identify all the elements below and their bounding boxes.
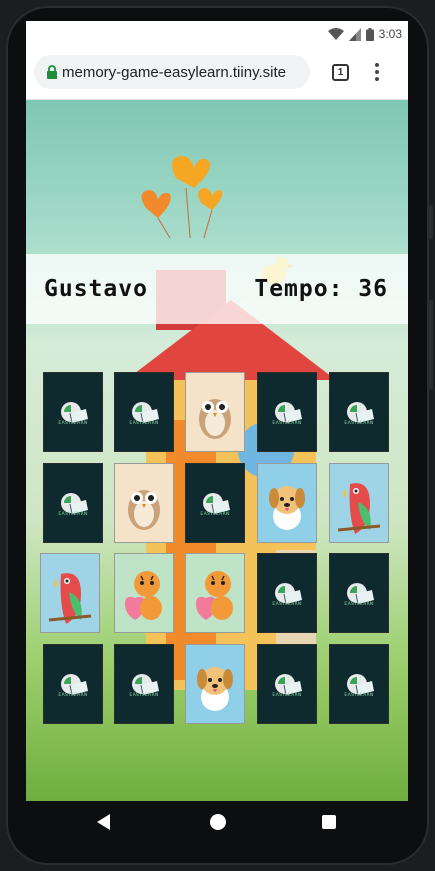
screen: 3:03 memory-game-easylearn.tiiny.site 1 bbox=[26, 21, 408, 801]
memory-card-owl[interactable] bbox=[114, 463, 174, 543]
system-nav-bar bbox=[26, 801, 408, 843]
memory-card-facedown[interactable]: EASYLEARN bbox=[257, 553, 317, 633]
memory-card-tiger[interactable] bbox=[185, 553, 245, 633]
power-button bbox=[429, 300, 433, 390]
timer-value: 36 bbox=[358, 276, 388, 302]
memory-card-facedown[interactable]: EASYLEARN bbox=[114, 372, 174, 452]
card-back-brand: EASYLEARN bbox=[129, 421, 159, 426]
tiger-icon bbox=[115, 571, 173, 636]
timer: Tempo: 36 bbox=[254, 276, 388, 302]
memory-card-dog[interactable] bbox=[257, 463, 317, 543]
memory-card-facedown[interactable]: EASYLEARN bbox=[185, 463, 245, 543]
card-back-brand: EASYLEARN bbox=[272, 602, 302, 607]
wifi-icon bbox=[327, 27, 344, 40]
url-text: memory-game-easylearn.tiiny.site bbox=[62, 63, 286, 81]
memory-card-parrot[interactable] bbox=[329, 463, 389, 543]
volume-button bbox=[429, 205, 433, 239]
memory-card-parrot[interactable] bbox=[40, 553, 100, 633]
card-back-brand: EASYLEARN bbox=[344, 693, 374, 698]
card-back-brand: EASYLEARN bbox=[344, 602, 374, 607]
browser-toolbar: memory-game-easylearn.tiiny.site 1 bbox=[26, 47, 408, 100]
card-back-brand: EASYLEARN bbox=[200, 512, 230, 517]
menu-icon[interactable] bbox=[372, 61, 382, 83]
memory-card-owl[interactable] bbox=[185, 372, 245, 452]
memory-card-facedown[interactable]: EASYLEARN bbox=[257, 372, 317, 452]
memory-card-facedown[interactable]: EASYLEARN bbox=[43, 644, 103, 724]
memory-card-facedown[interactable]: EASYLEARN bbox=[43, 463, 103, 543]
memory-card-facedown[interactable]: EASYLEARN bbox=[114, 644, 174, 724]
parrot-icon bbox=[41, 573, 99, 636]
memory-card-facedown[interactable]: EASYLEARN bbox=[329, 372, 389, 452]
owl-icon bbox=[186, 399, 244, 455]
signal-icon bbox=[348, 27, 361, 41]
card-back-brand: EASYLEARN bbox=[58, 512, 88, 517]
score-bar: Gustavo Tempo: 36 bbox=[26, 254, 408, 324]
card-back-brand: EASYLEARN bbox=[58, 421, 88, 426]
memory-card-facedown[interactable]: EASYLEARN bbox=[257, 644, 317, 724]
dog-icon bbox=[258, 486, 316, 546]
player-name: Gustavo bbox=[44, 276, 148, 302]
parrot-icon bbox=[330, 483, 388, 546]
tabs-icon[interactable]: 1 bbox=[332, 64, 349, 81]
memory-card-facedown[interactable]: EASYLEARN bbox=[43, 372, 103, 452]
home-icon[interactable] bbox=[210, 814, 226, 830]
timer-label: Tempo: bbox=[254, 276, 344, 302]
lock-icon bbox=[47, 65, 57, 79]
card-back-brand: EASYLEARN bbox=[344, 421, 374, 426]
memory-card-facedown[interactable]: EASYLEARN bbox=[329, 553, 389, 633]
card-back-brand: EASYLEARN bbox=[58, 693, 88, 698]
card-back-brand: EASYLEARN bbox=[272, 693, 302, 698]
memory-card-tiger[interactable] bbox=[114, 553, 174, 633]
memory-card-facedown[interactable]: EASYLEARN bbox=[329, 644, 389, 724]
battery-icon bbox=[365, 27, 374, 41]
card-back-brand: EASYLEARN bbox=[272, 421, 302, 426]
card-back-brand: EASYLEARN bbox=[129, 693, 159, 698]
dog-icon bbox=[186, 667, 244, 727]
hearts-decoration bbox=[141, 156, 223, 238]
status-time: 3:03 bbox=[378, 27, 402, 41]
recents-icon[interactable] bbox=[322, 815, 336, 829]
game-area: Gustavo Tempo: 36 EASYLEARN EASYLEARN EASY… bbox=[26, 100, 408, 801]
status-bar: 3:03 bbox=[26, 21, 408, 47]
back-icon[interactable] bbox=[97, 814, 111, 830]
memory-card-dog[interactable] bbox=[185, 644, 245, 724]
owl-icon bbox=[115, 490, 173, 546]
tiger-icon bbox=[186, 571, 244, 636]
address-bar[interactable]: memory-game-easylearn.tiiny.site bbox=[34, 55, 310, 89]
